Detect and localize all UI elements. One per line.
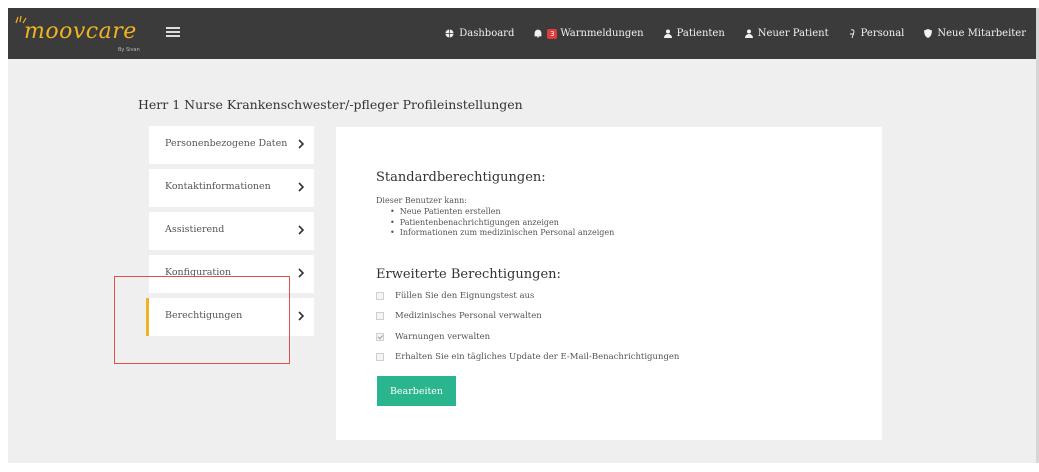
chevron-right-icon [298,268,304,278]
tab-label: Personenbezogene Daten [165,138,288,149]
user-icon [744,29,753,38]
standard-permissions-description: Dieser Benutzer kann: [376,196,467,205]
permissions-panel: Standardberechtigungen: Dieser Benutzer … [336,127,882,440]
permission-checkbox[interactable] [376,292,384,300]
tab-kontaktinformationen[interactable]: Kontaktinformationen [149,169,314,207]
standard-permissions-heading: Standardberechtigungen: [376,170,546,185]
nav-patienten[interactable]: Patienten [663,28,725,39]
list-item: Informationen zum medizinischen Personal… [390,228,615,239]
chevron-right-icon [298,139,304,149]
shield-icon [924,29,933,38]
permission-label: Warnungen verwalten [395,332,491,342]
nav-dashboard[interactable]: Dashboard [445,28,514,39]
standard-permissions-list: Neue Patienten erstellen Patientenbenach… [390,207,615,239]
chevron-right-icon [298,182,304,192]
nav-label: Personal [860,28,905,39]
staff-icon [849,28,855,38]
bell-icon [534,29,542,38]
permission-checkbox[interactable] [376,353,384,361]
permission-option[interactable]: Erhalten Sie ein tägliches Update der E-… [376,350,679,364]
main-nav: Dashboard 3 Warnmeldungen Patienten Neue… [425,8,1026,59]
tab-label: Kontaktinformationen [165,181,271,192]
list-item: Patientenbenachrichtigungen anzeigen [390,218,614,229]
permission-option[interactable]: Warnungen verwalten [376,330,490,344]
chevron-right-icon [298,311,304,321]
permission-option[interactable]: Medizinisches Personal verwalten [376,309,542,323]
nav-neue-mitarbeiter[interactable]: Neue Mitarbeiter [924,28,1026,39]
nav-neuer-patient[interactable]: Neuer Patient [744,28,829,39]
permission-checkbox[interactable] [376,312,384,320]
permission-option[interactable]: Füllen Sie den Eignungstest aus [376,289,534,303]
page-title: Herr 1 Nurse Krankenschwester/-pfleger P… [138,97,523,112]
tab-assistierend[interactable]: Assistierend [149,212,314,250]
logo-text: moovcare [24,19,137,44]
top-navbar: moovcare By Sivan Dashboard 3 Warnmeldun… [8,8,1036,59]
nav-label: Neuer Patient [757,28,829,39]
list-item: Neue Patienten erstellen [390,207,614,218]
alert-count-badge: 3 [547,28,558,39]
permission-checkbox[interactable] [376,333,384,341]
nav-label: Dashboard [459,28,515,39]
highlight-box [114,276,290,364]
nav-label: Patienten [676,28,725,39]
tab-label: Assistierend [165,224,225,235]
permission-label: Medizinisches Personal verwalten [395,311,542,321]
user-icon [663,29,672,38]
moovcare-logo[interactable]: moovcare By Sivan [14,15,154,55]
hamburger-menu-icon[interactable] [166,25,180,39]
nav-label: Neue Mitarbeiter [937,28,1026,39]
nav-label: Warnmeldungen [560,28,644,39]
globe-icon [445,29,454,38]
edit-button[interactable]: Bearbeiten [377,376,456,406]
nav-personal[interactable]: Personal [849,28,905,39]
chevron-right-icon [298,225,304,235]
nav-warnmeldungen[interactable]: 3 Warnmeldungen [534,28,644,39]
permission-label: Füllen Sie den Eignungstest aus [395,291,535,301]
permission-label: Erhalten Sie ein tägliches Update der E-… [395,352,680,362]
logo-subtext: By Sivan [118,47,140,53]
extended-permissions-heading: Erweiterte Berechtigungen: [376,267,561,282]
tab-personenbezogene-daten[interactable]: Personenbezogene Daten [149,126,314,164]
